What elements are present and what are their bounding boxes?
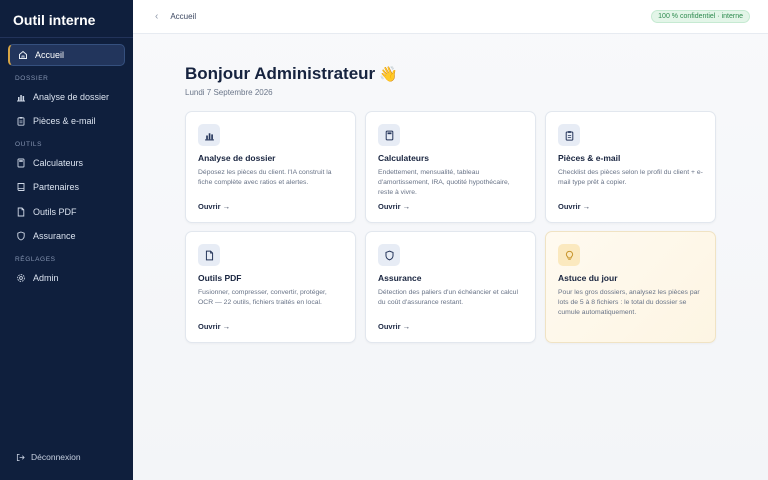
card-description: Déposez les pièces du client. l'IA const… [198, 169, 332, 186]
open-link[interactable]: Ouvrir → [378, 202, 410, 211]
file-icon [16, 207, 26, 217]
card-description: Endettement, mensualité, tableau d'amort… [378, 169, 510, 196]
open-link[interactable]: Ouvrir → [198, 202, 230, 211]
card-outils-pdf[interactable]: Outils PDF Fusionner, compresser, conver… [185, 231, 356, 343]
section-label-reglages: RÉGLAGES [15, 255, 56, 263]
sidebar-item-label: Accueil [35, 50, 65, 60]
tip-title: Astuce du jour [558, 273, 618, 283]
file-icon [198, 244, 220, 266]
current-date: Lundi 7 Septembre 2026 [185, 88, 273, 97]
card-description: Détection des paliers d'un échéancier et… [378, 289, 518, 306]
card-description: Checklist des pièces selon le profil du … [558, 169, 703, 186]
waving-hand-icon: 👋 [379, 66, 398, 83]
dashboard-content: Bonjour Administrateur 👋 Lundi 7 Septemb… [185, 64, 717, 343]
gear-icon [16, 273, 26, 283]
logout-label: Déconnexion [31, 452, 81, 462]
tip-of-the-day-card: Astuce du jour Pour les gros dossiers, a… [545, 231, 716, 343]
sidebar-item-accueil[interactable]: Accueil [8, 44, 125, 66]
bar-chart-icon [16, 92, 26, 102]
card-description: Fusionner, compresser, convertir, protég… [198, 289, 327, 306]
shield-icon [16, 231, 26, 241]
open-link[interactable]: Ouvrir → [378, 322, 410, 331]
app-root: Outil interne Accueil DOSSIER Analyse de… [0, 0, 768, 480]
sidebar-item-label: Assurance [33, 231, 76, 241]
card-analyse[interactable]: Analyse de dossier Déposez les pièces du… [185, 111, 356, 223]
section-label-dossier: DOSSIER [15, 74, 49, 82]
card-title: Assurance [378, 273, 422, 283]
calculator-icon [378, 124, 400, 146]
open-link[interactable]: Ouvrir → [198, 322, 230, 331]
lightbulb-icon [558, 244, 580, 266]
shield-icon [378, 244, 400, 266]
sidebar-item-analyse[interactable]: Analyse de dossier [8, 86, 125, 108]
sidebar-item-label: Admin [33, 272, 59, 283]
sidebar-item-label: Calculateurs [33, 157, 84, 168]
section-label-outils: OUTILS [15, 140, 43, 148]
logout-icon [16, 453, 25, 462]
sidebar-item-assurance[interactable]: Assurance [8, 225, 125, 247]
open-link[interactable]: Ouvrir → [558, 202, 590, 211]
card-title: Pièces & e-mail [558, 153, 621, 163]
card-title: Outils PDF [198, 273, 242, 283]
card-assurance[interactable]: Assurance Détection des paliers d'un éch… [365, 231, 536, 343]
card-title: Analyse de dossier [198, 153, 276, 163]
sidebar-item-label: Partenaires [33, 182, 80, 192]
confidential-badge: 100 % confidentiel · interne [651, 10, 750, 23]
home-icon [18, 50, 28, 60]
breadcrumb: Accueil [170, 12, 197, 21]
clipboard-icon [558, 124, 580, 146]
back-chevron-icon[interactable]: ‹ [155, 11, 158, 22]
sidebar-item-label: Pièces & e-mail [33, 116, 96, 126]
logout-button[interactable]: Déconnexion [16, 452, 81, 462]
sidebar-item-calculateurs[interactable]: Calculateurs [8, 152, 125, 174]
calculator-icon [16, 158, 26, 168]
clipboard-icon [16, 116, 26, 126]
main-area: ‹ Accueil 100 % confidentiel · interne B… [133, 0, 768, 480]
tip-description: Pour les gros dossiers, analysez les piè… [558, 289, 700, 316]
book-icon [16, 182, 26, 192]
sidebar-item-partenaires[interactable]: Partenaires [8, 176, 125, 198]
topbar: ‹ Accueil 100 % confidentiel · interne [133, 0, 768, 34]
sidebar: Outil interne Accueil DOSSIER Analyse de… [0, 0, 133, 480]
sidebar-item-admin[interactable]: Admin [8, 267, 125, 289]
page-title: Bonjour Administrateur 👋 [185, 64, 717, 84]
greeting-text: Bonjour Administrateur [185, 64, 376, 83]
sidebar-item-pieces[interactable]: Pièces & e-mail [8, 110, 125, 132]
sidebar-item-label: Analyse de dossier [33, 91, 110, 102]
card-title: Calculateurs [378, 153, 430, 163]
card-calculateurs[interactable]: Calculateurs Endettement, mensualité, ta… [365, 111, 536, 223]
sidebar-item-label: Outils PDF [33, 206, 77, 217]
card-pieces[interactable]: Pièces & e-mail Checklist des pièces sel… [545, 111, 716, 223]
sidebar-item-outils-pdf[interactable]: Outils PDF [8, 201, 125, 223]
bar-chart-icon [198, 124, 220, 146]
sidebar-nav: Accueil DOSSIER Analyse de dossier Pièce… [0, 38, 133, 289]
app-brand: Outil interne [0, 0, 133, 38]
